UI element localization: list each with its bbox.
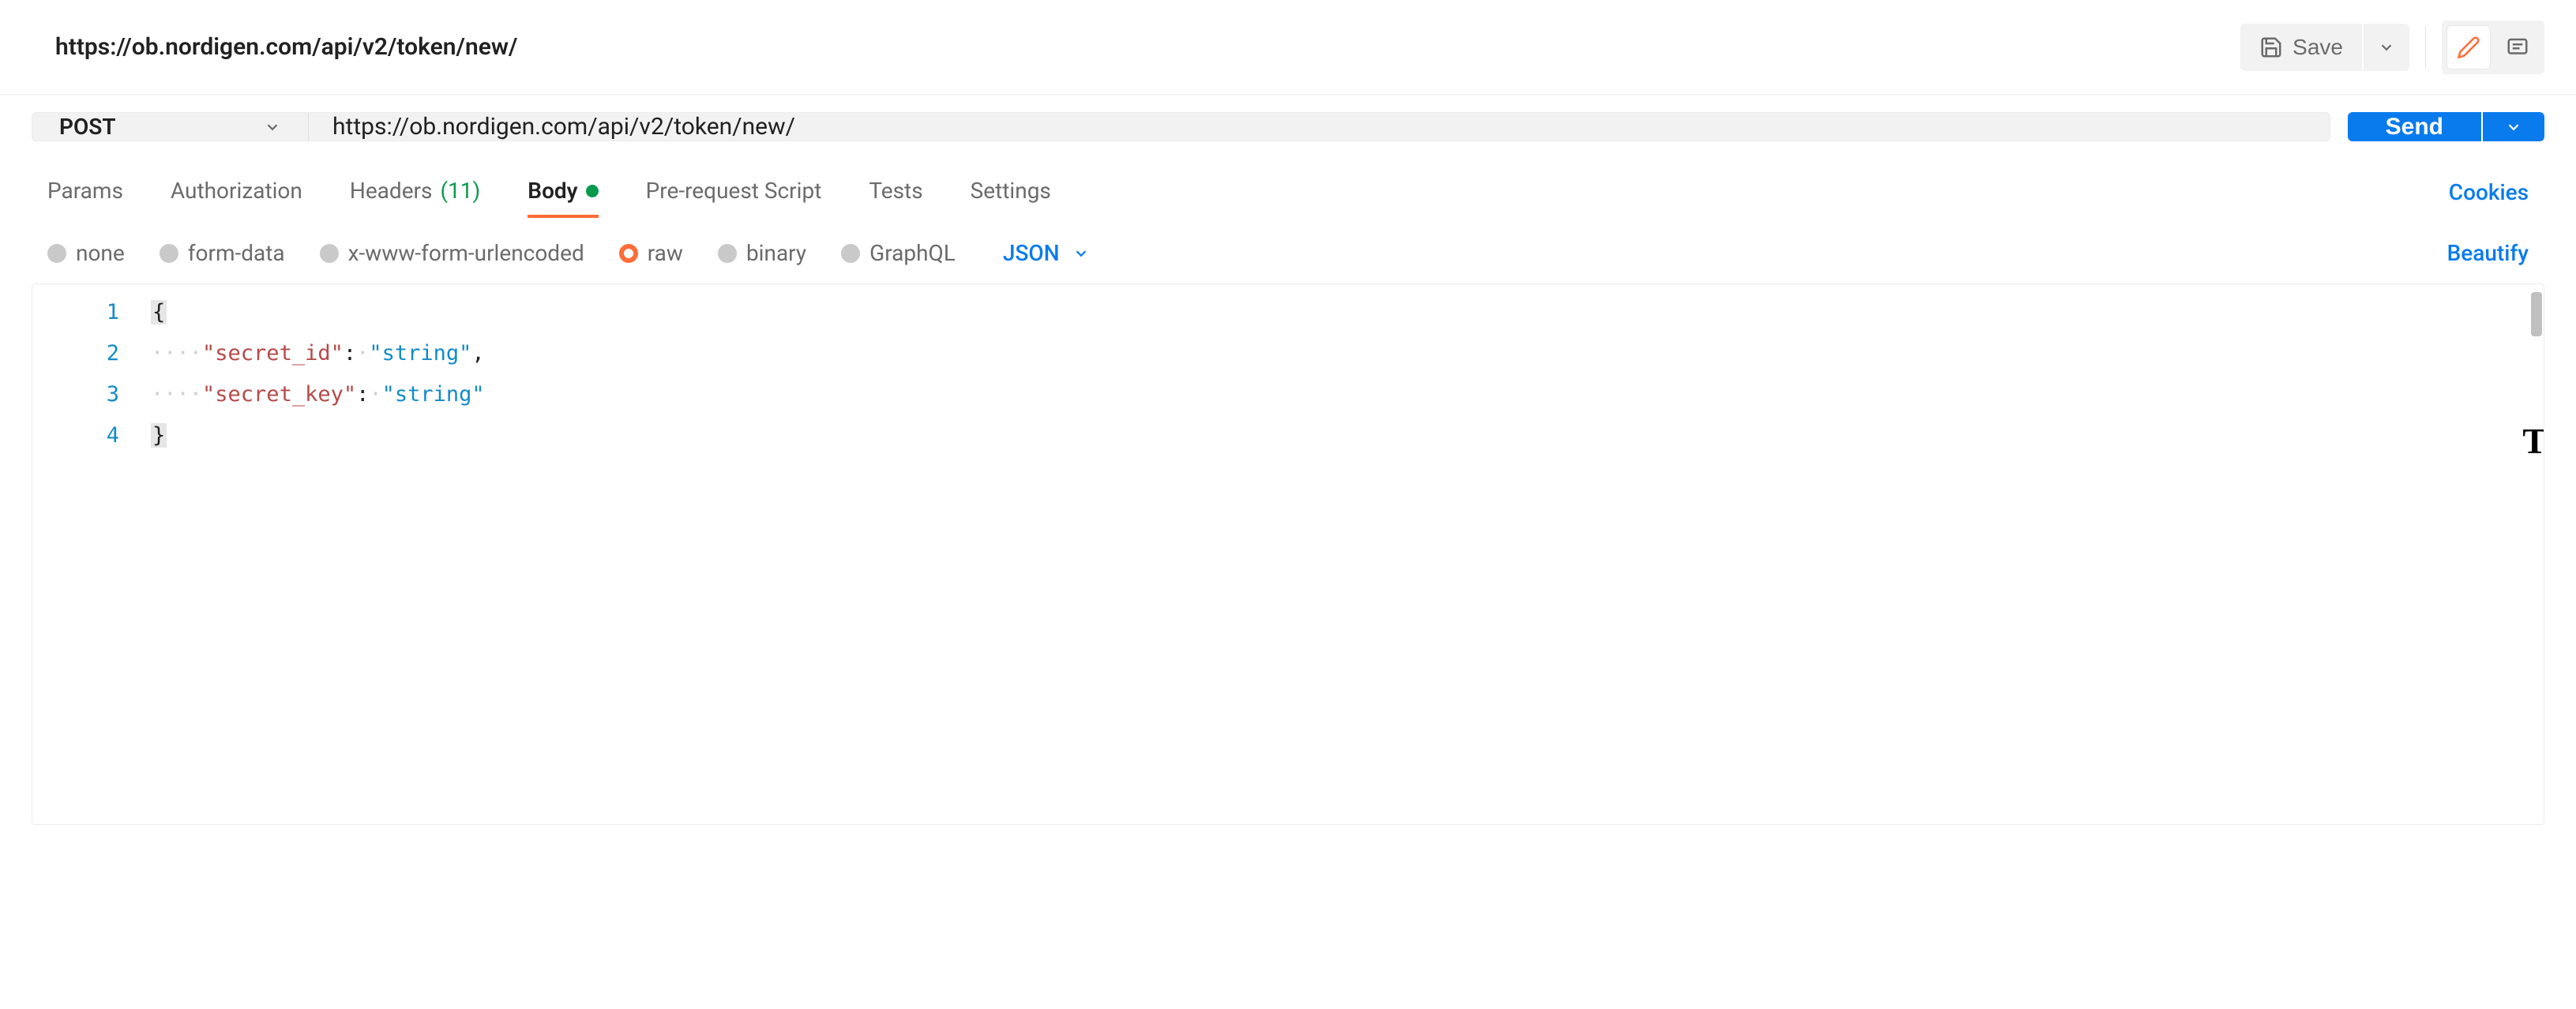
comma: ,	[471, 341, 484, 366]
indent: ····	[151, 341, 202, 366]
radio-x-www-form-urlencoded[interactable]: x-www-form-urlencoded	[320, 240, 584, 266]
radio-label: raw	[648, 240, 683, 266]
radio-label: GraphQL	[869, 240, 956, 266]
radio-icon	[841, 244, 860, 263]
send-button[interactable]: Send	[2348, 112, 2481, 141]
radio-label: none	[76, 240, 125, 266]
body-editor[interactable]: 1 2 3 4 { ····"secret_id":·"string", ···…	[32, 283, 2544, 825]
save-button[interactable]: Save	[2240, 24, 2362, 71]
save-label: Save	[2292, 35, 2343, 60]
beautify-link[interactable]: Beautify	[2447, 240, 2529, 266]
request-bar: POST Send	[0, 95, 2576, 159]
tab-label: Settings	[971, 178, 1051, 204]
pencil-icon	[2457, 36, 2480, 59]
radio-icon	[320, 244, 339, 263]
save-icon	[2259, 36, 2283, 59]
save-group: Save	[2240, 24, 2409, 71]
radio-icon	[160, 244, 178, 263]
comment-button[interactable]	[2495, 25, 2540, 69]
code-line: ····"secret_id":·"string",	[151, 333, 2544, 374]
code-line: {	[151, 292, 2544, 333]
radio-label: form-data	[188, 240, 285, 266]
tab-settings[interactable]: Settings	[971, 167, 1051, 218]
chevron-down-icon	[2378, 39, 2395, 56]
indent: ····	[151, 382, 202, 407]
line-number: 3	[32, 374, 119, 415]
colon: :	[344, 341, 356, 366]
code-area[interactable]: { ····"secret_id":·"string", ····"secret…	[151, 284, 2544, 464]
tab-body[interactable]: Body	[528, 167, 598, 218]
radio-graphql[interactable]: GraphQL	[841, 240, 956, 266]
url-input[interactable]	[309, 113, 2330, 141]
send-dropdown-button[interactable]	[2483, 112, 2544, 141]
headers-count: (11)	[440, 178, 480, 204]
radio-form-data[interactable]: form-data	[160, 240, 285, 266]
tab-label: Body	[528, 178, 577, 204]
space: ·	[369, 382, 381, 407]
text-cursor-icon: T	[2522, 420, 2544, 462]
tab-tests[interactable]: Tests	[869, 167, 922, 218]
method-url-group: POST	[32, 112, 2330, 141]
tab-label: Headers	[350, 178, 433, 204]
code-line: }	[151, 415, 2544, 456]
line-number: 1	[32, 292, 119, 333]
brace-open: {	[151, 300, 167, 324]
comment-icon	[2506, 36, 2529, 59]
tab-label: Tests	[869, 178, 922, 204]
code-line: ····"secret_key":·"string"	[151, 374, 2544, 415]
line-number: 4	[32, 415, 119, 456]
body-types-row: none form-data x-www-form-urlencoded raw…	[0, 218, 2576, 283]
cookies-link[interactable]: Cookies	[2449, 179, 2529, 205]
line-number: 2	[32, 333, 119, 374]
radio-none[interactable]: none	[47, 240, 125, 266]
body-types: none form-data x-www-form-urlencoded raw…	[47, 240, 1090, 266]
body-indicator-dot	[586, 185, 599, 197]
radio-raw[interactable]: raw	[619, 240, 683, 266]
title-bar: https://ob.nordigen.com/api/v2/token/new…	[0, 0, 2576, 95]
radio-label: binary	[746, 240, 806, 266]
divider	[2425, 26, 2426, 69]
tab-headers[interactable]: Headers (11)	[350, 167, 480, 218]
radio-icon	[47, 244, 66, 263]
method-label: POST	[59, 114, 116, 140]
json-value: "string"	[369, 341, 471, 366]
request-title: https://ob.nordigen.com/api/v2/token/new…	[55, 33, 517, 61]
tabs-row: Params Authorization Headers (11) Body P…	[0, 159, 2576, 218]
json-value: "string"	[382, 382, 485, 407]
colon: :	[356, 382, 369, 407]
tab-authorization[interactable]: Authorization	[171, 167, 302, 218]
json-key: "secret_key"	[202, 382, 356, 407]
title-actions: Save	[2240, 21, 2544, 74]
chevron-down-icon	[264, 118, 281, 136]
tab-label: Authorization	[171, 178, 302, 204]
tabs: Params Authorization Headers (11) Body P…	[47, 167, 1051, 218]
tab-params[interactable]: Params	[47, 167, 123, 218]
tab-label: Pre-request Script	[646, 178, 822, 204]
radio-label: x-www-form-urlencoded	[348, 240, 584, 266]
radio-binary[interactable]: binary	[718, 240, 806, 266]
editor-content: 1 2 3 4 { ····"secret_id":·"string", ···…	[32, 284, 2544, 464]
edit-button[interactable]	[2446, 25, 2491, 69]
radio-icon	[619, 244, 638, 263]
radio-icon	[718, 244, 737, 263]
tab-prerequest[interactable]: Pre-request Script	[646, 167, 822, 218]
send-group: Send	[2348, 112, 2544, 141]
method-select[interactable]: POST	[32, 113, 309, 141]
chevron-down-icon	[1072, 245, 1090, 262]
line-gutter: 1 2 3 4	[32, 284, 151, 464]
brace-close: }	[151, 423, 167, 448]
save-dropdown-button[interactable]	[2364, 24, 2409, 71]
json-key: "secret_id"	[202, 341, 344, 366]
body-language-select[interactable]: JSON	[1003, 240, 1090, 266]
language-label: JSON	[1003, 240, 1060, 266]
space: ·	[356, 341, 369, 366]
tab-label: Params	[47, 178, 123, 204]
chevron-down-icon	[2505, 118, 2522, 136]
scrollbar-thumb[interactable]	[2531, 292, 2542, 336]
icon-button-group	[2442, 21, 2544, 74]
